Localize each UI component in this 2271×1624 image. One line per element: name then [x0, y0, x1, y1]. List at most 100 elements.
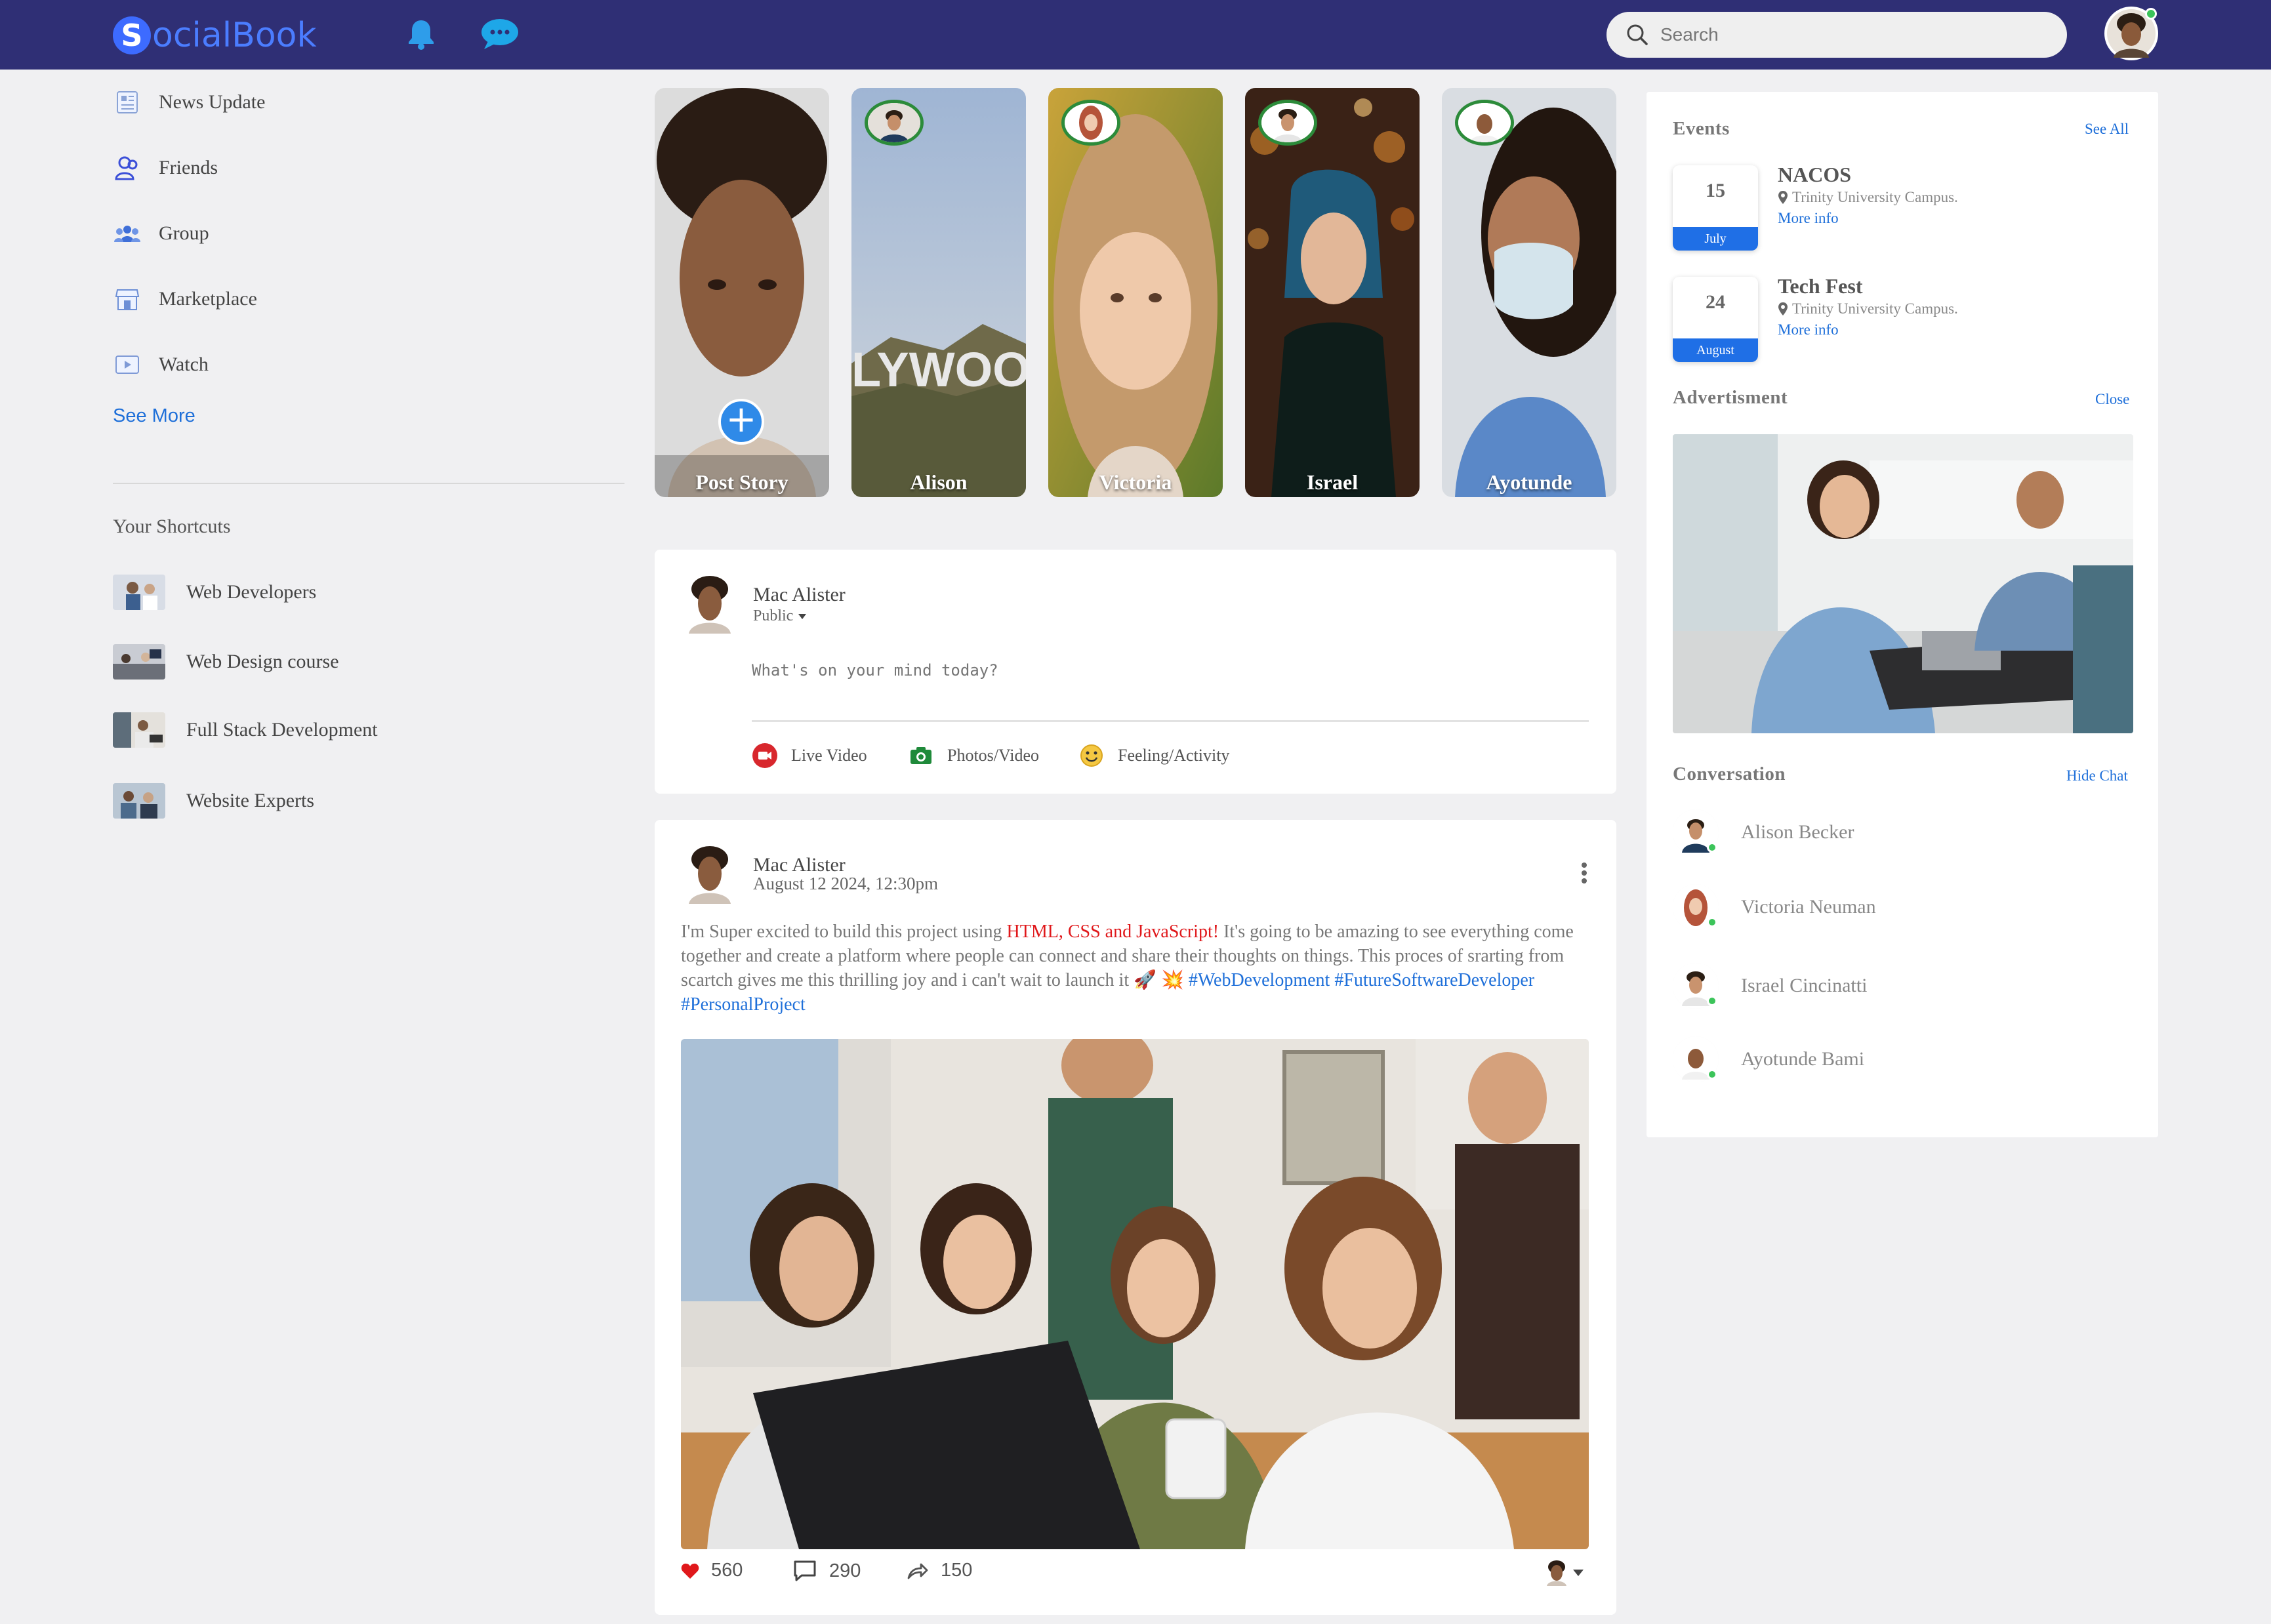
advertisment-image[interactable]: [1673, 434, 2133, 733]
sidebar-item-group[interactable]: Group: [113, 201, 624, 266]
story-victoria[interactable]: Victoria: [1048, 88, 1223, 497]
shortcut-thumbnail: [113, 712, 165, 748]
react-as-selector[interactable]: [1545, 1560, 1585, 1586]
story-label: Ayotunde: [1486, 470, 1572, 494]
post-text-highlight: HTML, CSS and JavaScript!: [1006, 922, 1219, 942]
more-options-icon[interactable]: [1580, 862, 1589, 884]
post-composer: Mac Alister Public Live Video Photos/Vid…: [655, 550, 1616, 794]
story-avatar: [1258, 100, 1317, 146]
event-place: Trinity University Campus.: [1792, 189, 1958, 205]
share-button[interactable]: 150: [907, 1560, 972, 1581]
profile-avatar[interactable]: [2104, 7, 2158, 60]
event-more-info-link[interactable]: More info: [1778, 321, 1839, 338]
hashtag-link[interactable]: #PersonalProject: [681, 994, 806, 1015]
shortcut-label: Web Design course: [186, 651, 339, 672]
story-ayotunde[interactable]: Ayotunde: [1442, 88, 1616, 497]
action-label: Feeling/Activity: [1118, 746, 1230, 765]
svg-text:LYWOO: LYWOO: [851, 342, 1026, 397]
app-logo[interactable]: S ocialBook: [113, 10, 317, 60]
like-button[interactable]: 560: [681, 1560, 743, 1581]
sidebar-item-watch[interactable]: Watch: [113, 332, 624, 397]
smiley-icon: [1078, 742, 1105, 769]
post-image[interactable]: [681, 1039, 1589, 1549]
contact-ayotunde-bami[interactable]: Ayotunde Bami: [1673, 1036, 1864, 1082]
live-video-button[interactable]: Live Video: [752, 742, 867, 769]
hide-chat-link[interactable]: Hide Chat: [2066, 767, 2128, 784]
contact-alison-becker[interactable]: Alison Becker: [1673, 809, 1854, 855]
post-author-avatar[interactable]: [686, 845, 733, 904]
composer-user-name: Mac Alister: [753, 584, 846, 605]
advertisment-heading: Advertisment: [1673, 387, 1788, 408]
event-place: Trinity University Campus.: [1792, 300, 1958, 317]
photos-video-button[interactable]: Photos/Video: [908, 742, 1039, 769]
contact-name: Alison Becker: [1741, 821, 1854, 843]
story-avatar: [1455, 100, 1514, 146]
post-author-name[interactable]: Mac Alister: [753, 854, 846, 876]
friends-icon: [113, 153, 142, 182]
chat-bubble-icon[interactable]: [480, 14, 520, 54]
shortcut-web-developers[interactable]: Web Developers: [113, 575, 316, 610]
contact-avatar: [1673, 963, 1719, 1009]
post-timestamp: August 12 2024, 12:30pm: [753, 874, 939, 893]
event-month: July: [1673, 227, 1758, 251]
share-icon: [907, 1562, 929, 1580]
story-image: [1245, 88, 1420, 497]
sidebar-item-friends[interactable]: Friends: [113, 135, 624, 201]
feeling-activity-button[interactable]: Feeling/Activity: [1078, 742, 1229, 769]
story-avatar: [1061, 100, 1120, 146]
privacy-selector[interactable]: Public: [753, 607, 808, 625]
online-status-dot: [2145, 8, 2157, 20]
contact-israel-cincinatti[interactable]: Israel Cincinatti: [1673, 963, 1867, 1009]
composer-divider: [752, 720, 1589, 722]
comments-count: 290: [829, 1560, 861, 1581]
composer-avatar[interactable]: [686, 575, 733, 634]
heart-icon: [681, 1562, 699, 1579]
contact-avatar: [1673, 884, 1719, 930]
story-label: Israel: [1306, 470, 1359, 494]
shortcut-label: Website Experts: [186, 790, 315, 811]
shortcut-thumbnail: [113, 575, 165, 610]
bell-icon[interactable]: [401, 14, 441, 54]
composer-input[interactable]: [752, 661, 1539, 680]
play-icon: [113, 350, 142, 379]
shortcut-thumbnail: [113, 783, 165, 819]
story-image: [1442, 88, 1616, 497]
close-ad-link[interactable]: Close: [2095, 391, 2129, 408]
comment-button[interactable]: 290: [792, 1560, 861, 1582]
shortcut-web-design-course[interactable]: Web Design course: [113, 644, 339, 680]
story-israel[interactable]: Israel: [1245, 88, 1420, 497]
sidebar-item-news-update[interactable]: News Update: [113, 70, 624, 135]
group-icon: [113, 219, 142, 248]
hashtag-link[interactable]: #FutureSoftwareDeveloper: [1334, 970, 1534, 990]
search-input[interactable]: [1660, 24, 2054, 45]
right-sidebar: Events See All 15 July NACOS Trinity Uni…: [1647, 92, 2158, 1137]
contact-victoria-neuman[interactable]: Victoria Neuman: [1673, 884, 1876, 930]
see-more-link[interactable]: See More: [113, 405, 624, 427]
sidebar-item-label: News Update: [159, 91, 266, 113]
search-icon: [1627, 24, 1648, 45]
add-story-plus-icon[interactable]: +: [718, 399, 764, 445]
comment-icon: [792, 1560, 817, 1582]
story-alison[interactable]: LYWOO Alison: [851, 88, 1026, 497]
location-pin-icon: [1778, 302, 1788, 315]
shortcut-label: Web Developers: [186, 581, 317, 603]
see-all-events-link[interactable]: See All: [2085, 121, 2129, 138]
shortcuts-heading: Your Shortcuts: [113, 516, 231, 537]
camera-icon: [908, 742, 934, 769]
shortcut-website-experts[interactable]: Website Experts: [113, 783, 314, 819]
conversation-heading: Conversation: [1673, 763, 1786, 784]
search-bar[interactable]: [1606, 12, 2067, 58]
shortcut-full-stack-development[interactable]: Full Stack Development: [113, 712, 378, 748]
sidebar-item-marketplace[interactable]: Marketplace: [113, 266, 624, 332]
online-status-dot: [1707, 917, 1717, 927]
shortcut-label: Full Stack Development: [186, 719, 378, 741]
caret-down-icon: [1573, 1570, 1584, 1576]
sidebar-item-label: Watch: [159, 354, 209, 375]
sidebar-item-label: Friends: [159, 157, 218, 178]
contact-avatar: [1673, 1036, 1719, 1082]
story-post-story[interactable]: + Post Story: [655, 88, 829, 497]
caret-down-icon: [798, 613, 807, 619]
hashtag-link[interactable]: #WebDevelopment: [1189, 970, 1330, 990]
event-more-info-link[interactable]: More info: [1778, 210, 1839, 227]
post-photo: [681, 1039, 1589, 1549]
